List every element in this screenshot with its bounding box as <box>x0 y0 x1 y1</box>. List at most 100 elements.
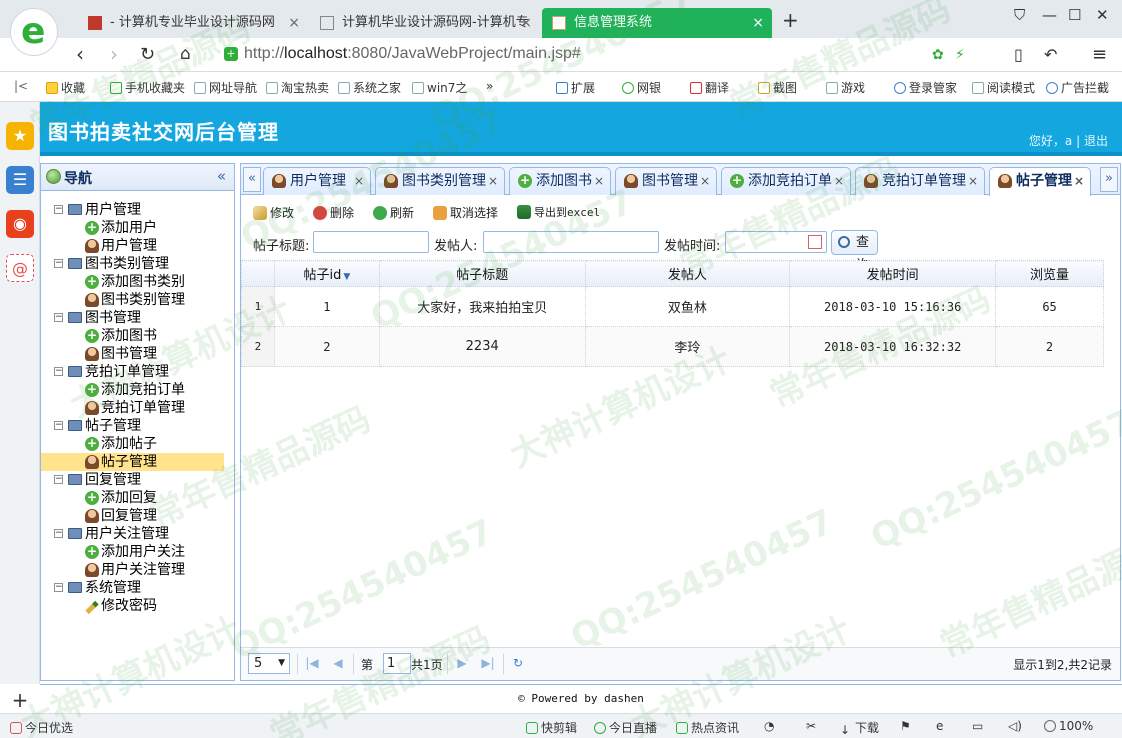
refresh-page-icon[interactable]: ↻ <box>511 656 525 670</box>
nav-group[interactable]: − 用户管理 <box>41 201 234 219</box>
status-item[interactable]: 热点资讯 <box>676 719 739 736</box>
status-item[interactable]: 100% <box>1044 719 1093 733</box>
content-tab[interactable]: + 添加竞拍订单 × <box>721 167 851 195</box>
close-tab-icon[interactable]: × <box>700 168 710 194</box>
nav-item[interactable]: + 添加回复 <box>41 489 234 507</box>
gear-speed-icon[interactable]: ✿ <box>932 47 944 63</box>
nav-group[interactable]: − 图书类别管理 <box>41 255 234 273</box>
collapse-toggle-icon[interactable]: − <box>54 313 63 322</box>
browser-tab-2[interactable]: 计算机毕业设计源码网-计算机专 × <box>310 8 540 38</box>
phone-icon[interactable]: ▯ <box>1014 45 1023 64</box>
nav-item[interactable]: 竞拍订单管理 <box>41 399 234 417</box>
back-icon[interactable]: ‹ <box>76 42 84 66</box>
url-field[interactable]: + http://localhost:8080/JavaWebProject/m… <box>220 43 920 67</box>
forward-icon[interactable]: › <box>110 42 118 66</box>
close-tab-icon[interactable]: × <box>834 168 844 194</box>
content-tab[interactable]: 用户管理 × <box>263 167 371 195</box>
nav-item[interactable]: 用户关注管理 <box>41 561 234 579</box>
table-row[interactable]: 1 1 大家好，我来拍拍宝贝 双鱼林 2018-03-10 15:16:36 65 <box>241 286 1104 327</box>
home-icon[interactable]: ⌂ <box>180 44 191 64</box>
content-tab[interactable]: 竞拍订单管理 × <box>855 167 985 195</box>
delete-button[interactable]: 删除 <box>313 204 354 221</box>
menu-icon[interactable]: ≡ <box>1092 44 1107 65</box>
browser-logo[interactable]: e <box>10 8 58 56</box>
collapse-nav-icon[interactable]: « <box>217 167 226 185</box>
weibo-icon[interactable]: ◉ <box>6 210 34 238</box>
speed-icon[interactable]: ◔ <box>764 719 774 733</box>
table-row[interactable]: 2 2 2234 李玲 2018-03-10 16:32:32 2 <box>241 326 1104 367</box>
close-tab-icon[interactable]: × <box>488 168 498 194</box>
nav-group[interactable]: − 回复管理 <box>41 471 234 489</box>
collapse-toggle-icon[interactable]: − <box>54 583 63 592</box>
nav-group[interactable]: − 竞拍订单管理 <box>41 363 234 381</box>
tool-item[interactable]: 扩展 <box>556 79 595 96</box>
unselect-button[interactable]: 取消选择 <box>433 204 498 221</box>
close-window-icon[interactable]: ✕ <box>1096 6 1109 24</box>
collapse-toggle-icon[interactable]: − <box>54 421 63 430</box>
mail-icon[interactable]: @ <box>6 254 34 282</box>
export-excel-button[interactable]: 导出到excel <box>517 204 600 220</box>
nav-item[interactable]: + 添加图书 <box>41 327 234 345</box>
tools-icon[interactable]: ✂ <box>806 719 816 733</box>
page-number-input[interactable]: 1 <box>383 653 411 674</box>
undo-icon[interactable]: ↶ <box>1044 45 1057 64</box>
flag-icon[interactable]: ⚑ <box>900 719 911 733</box>
collapse-toggle-icon[interactable]: − <box>54 475 63 484</box>
poster-input[interactable] <box>483 231 659 253</box>
column-header-time[interactable]: 发帖时间 <box>789 260 997 287</box>
nav-item[interactable]: 图书类别管理 <box>41 291 234 309</box>
column-header-poster[interactable]: 发帖人 <box>584 260 791 287</box>
tool-item[interactable]: 翻译 <box>690 79 729 96</box>
post-title-input[interactable] <box>313 231 429 253</box>
close-tab-icon[interactable]: × <box>968 168 978 194</box>
prev-page-icon[interactable]: ◀ <box>331 656 345 670</box>
content-tab[interactable]: 图书管理 × <box>615 167 717 195</box>
more-favorites-icon[interactable]: » <box>486 79 493 93</box>
tab-close-icon[interactable]: × <box>288 8 300 38</box>
nav-group[interactable]: − 用户关注管理 <box>41 525 234 543</box>
favorites-star-icon[interactable]: ★ <box>6 122 34 150</box>
volume-icon[interactable]: ◁) <box>1008 719 1022 733</box>
nav-item[interactable]: 回复管理 <box>41 507 234 525</box>
query-button[interactable]: 查询 <box>831 230 879 273</box>
post-time-datebox[interactable] <box>725 231 827 253</box>
content-tab[interactable]: 图书类别管理 × <box>375 167 505 195</box>
shirt-skin-icon[interactable]: ⛉ <box>1014 6 1025 24</box>
page-size-select[interactable]: 5 ▼ <box>248 653 290 674</box>
refresh-button[interactable]: 刷新 <box>373 204 414 221</box>
tabs-scroll-left-icon[interactable]: « <box>243 167 261 192</box>
nav-group[interactable]: − 系统管理 <box>41 579 234 597</box>
tool-item[interactable]: 游戏 <box>826 79 865 96</box>
window-icon[interactable]: ▭ <box>972 719 983 733</box>
ie-icon[interactable]: e <box>936 719 943 733</box>
browser-tab-1[interactable]: - 计算机专业毕业设计源码网 × <box>78 8 308 38</box>
collapse-toggle-icon[interactable]: − <box>54 529 63 538</box>
add-sidebar-app-icon[interactable]: + <box>10 686 30 714</box>
nav-item[interactable]: 用户管理 <box>41 237 234 255</box>
favorite-item[interactable]: 网址导航 <box>194 79 257 96</box>
nav-item[interactable]: + 添加用户关注 <box>41 543 234 561</box>
nav-item[interactable]: 帖子管理 <box>41 453 224 471</box>
content-tab[interactable]: + 添加图书 × <box>509 167 611 195</box>
nav-item[interactable]: + 添加图书类别 <box>41 273 234 291</box>
nav-item[interactable]: 图书管理 <box>41 345 234 363</box>
column-header-title[interactable]: 帖子标题 <box>378 260 586 287</box>
close-tab-icon[interactable]: × <box>594 168 604 194</box>
collapse-toggle-icon[interactable]: − <box>54 259 63 268</box>
status-item[interactable]: 快剪辑 <box>526 719 577 736</box>
close-tab-icon[interactable]: × <box>354 168 364 194</box>
first-page-icon[interactable]: |◀ <box>305 656 319 670</box>
reload-icon[interactable]: ↻ <box>140 44 155 65</box>
maximize-icon[interactable]: ☐ <box>1068 6 1081 24</box>
nav-group[interactable]: − 图书管理 <box>41 309 234 327</box>
status-left-item[interactable]: 今日优选 <box>10 719 73 736</box>
calendar-icon[interactable] <box>808 235 822 249</box>
nav-item[interactable]: + 添加用户 <box>41 219 234 237</box>
browser-tab-3[interactable]: 信息管理系统 × <box>542 8 772 38</box>
favorite-item[interactable]: 淘宝热卖 <box>266 79 329 96</box>
tool-item[interactable]: 广告拦截 <box>1046 79 1109 96</box>
logout-link[interactable]: 退出 <box>1084 134 1108 148</box>
favorite-item[interactable]: win7之 <box>412 79 467 96</box>
list-app-icon[interactable]: ☰ <box>6 166 34 194</box>
last-page-icon[interactable]: ▶| <box>481 656 495 670</box>
